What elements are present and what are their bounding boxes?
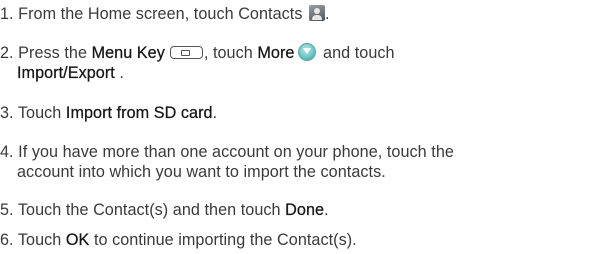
step-number: 3. (0, 104, 14, 122)
step-2: 2. Press the Menu Key , touch More and to… (0, 43, 589, 83)
step-5: 5. Touch the Contact(s) and then touch D… (0, 200, 589, 220)
step-number: 1. (0, 5, 14, 23)
step-text: and touch (323, 44, 395, 62)
step-text: From the Home screen, touch Contacts (18, 5, 303, 23)
step-text: Touch the Contact(s) and then touch (17, 201, 281, 219)
done-label: Done (285, 201, 325, 219)
menu-key-label: Menu Key (91, 44, 165, 62)
step-number: 2. (0, 44, 14, 62)
step-text: . (325, 5, 330, 23)
more-label: More (257, 44, 295, 62)
step-number: 4. (0, 143, 14, 161)
step-text: to continue importing the Contact(s). (93, 231, 357, 249)
import-from-sd-label: Import from SD card (65, 104, 213, 122)
step-text: , touch (203, 44, 253, 62)
step-text: Touch (17, 231, 62, 249)
step-3: 3. Touch Import from SD card. (0, 103, 589, 123)
step-text: . (119, 64, 124, 82)
ok-label: OK (65, 231, 90, 249)
step-text: If you have more than one account on you… (18, 143, 454, 161)
step-text: account into which you want to import th… (17, 163, 386, 181)
more-arrow-icon (298, 43, 317, 61)
step-6: 6. Touch OK to continue importing the Co… (0, 230, 589, 250)
step-number: 5. (0, 201, 14, 219)
step-text: Press the (18, 44, 87, 62)
menu-key-icon (169, 46, 203, 59)
step-text: . (212, 104, 218, 122)
import-export-label: Import/Export (17, 64, 115, 82)
contacts-icon (309, 5, 326, 21)
step-text: . (324, 201, 329, 219)
step-1: 1. From the Home screen, touch Contacts … (0, 4, 589, 24)
step-text: Touch (17, 104, 62, 122)
step-4: 4. If you have more than one account on … (0, 142, 589, 182)
step-number: 6. (0, 231, 14, 249)
